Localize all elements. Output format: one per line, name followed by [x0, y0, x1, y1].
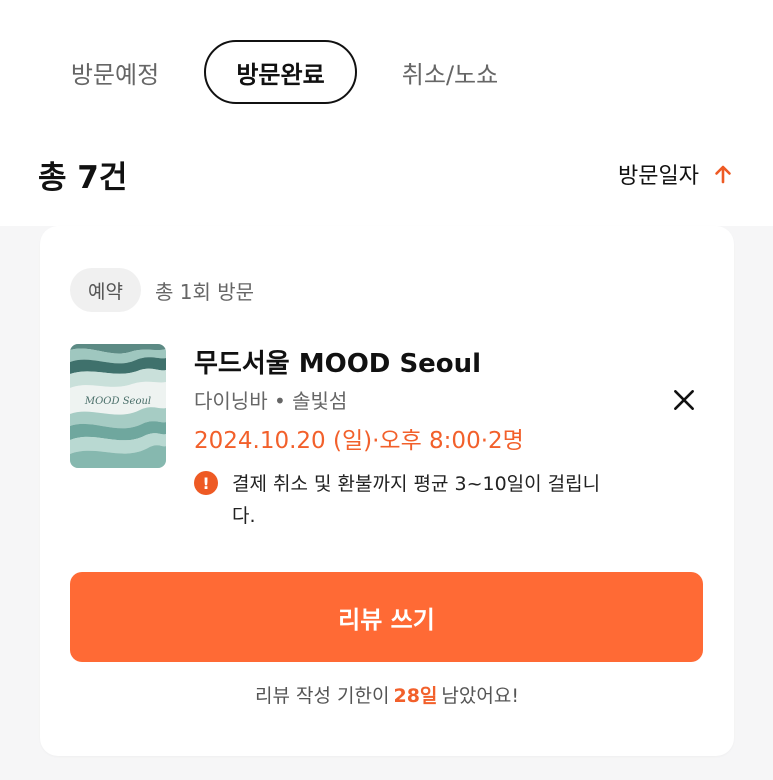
deadline-prefix: 리뷰 작성 기한이 — [255, 684, 390, 707]
tab-cancelled[interactable]: 취소/노쇼 — [392, 40, 508, 104]
restaurant-thumbnail[interactable]: MOOD Seoul — [70, 344, 166, 468]
reservation-meta: 예약 총 1회 방문 — [70, 268, 254, 312]
refund-notice: ! 결제 취소 및 환불까지 평균 3~10일이 걸립니다. — [194, 468, 624, 532]
visit-status-tabs: 방문예정 방문완료 취소/노쇼 — [0, 40, 773, 104]
review-deadline: 리뷰 작성 기한이 28일 남았어요! — [40, 674, 734, 714]
visit-count: 총 1회 방문 — [154, 279, 255, 304]
delete-reservation-button[interactable] — [666, 382, 702, 418]
reservation-card: 예약 총 1회 방문 MOOD Seoul 무드서울 MOOD Seoul 다이… — [40, 226, 734, 756]
reservation-badge: 예약 — [70, 268, 141, 312]
close-icon — [674, 390, 694, 410]
refund-notice-text: 결제 취소 및 환불까지 평균 3~10일이 걸립니다. — [232, 473, 601, 527]
reservation-datetime: 2024.10.20 (일)·오후 8:00·2명 — [194, 428, 524, 454]
total-count: 총 7건 — [38, 159, 128, 196]
deadline-suffix: 남았어요! — [441, 684, 519, 707]
thumbnail-logo: MOOD Seoul — [84, 396, 151, 407]
sort-button[interactable]: 방문일자 — [618, 148, 735, 200]
tab-upcoming[interactable]: 방문예정 — [60, 40, 170, 104]
tab-completed[interactable]: 방문완료 — [204, 40, 357, 104]
restaurant-category: 다이닝바 • 솔빛섬 — [194, 389, 348, 413]
summary-row: 총 7건 방문일자 — [0, 148, 773, 200]
header: 방문예정 방문완료 취소/노쇼 총 7건 방문일자 — [0, 0, 773, 226]
info-icon: ! — [194, 471, 218, 495]
reservation-info: 무드서울 MOOD Seoul 다이닝바 • 솔빛섬 2024.10.20 (일… — [194, 344, 624, 532]
arrow-up-icon — [711, 162, 735, 186]
restaurant-name[interactable]: 무드서울 MOOD Seoul — [194, 344, 624, 384]
sort-label: 방문일자 — [618, 164, 699, 189]
write-review-button[interactable]: 리뷰 쓰기 — [70, 572, 703, 662]
deadline-days: 28일 — [393, 684, 438, 707]
